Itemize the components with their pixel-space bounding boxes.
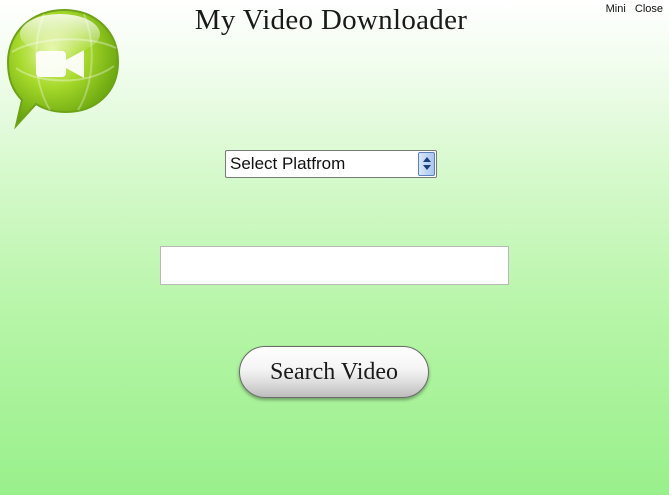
platform-select[interactable]: Select Platfrom xyxy=(225,150,437,178)
video-url-input[interactable] xyxy=(160,246,509,285)
search-video-button[interactable]: Search Video xyxy=(239,346,429,398)
platform-select-value: Select Platfrom xyxy=(230,154,346,173)
select-spinner-icon[interactable] xyxy=(418,152,435,176)
app-title: My Video Downloader xyxy=(194,4,468,36)
